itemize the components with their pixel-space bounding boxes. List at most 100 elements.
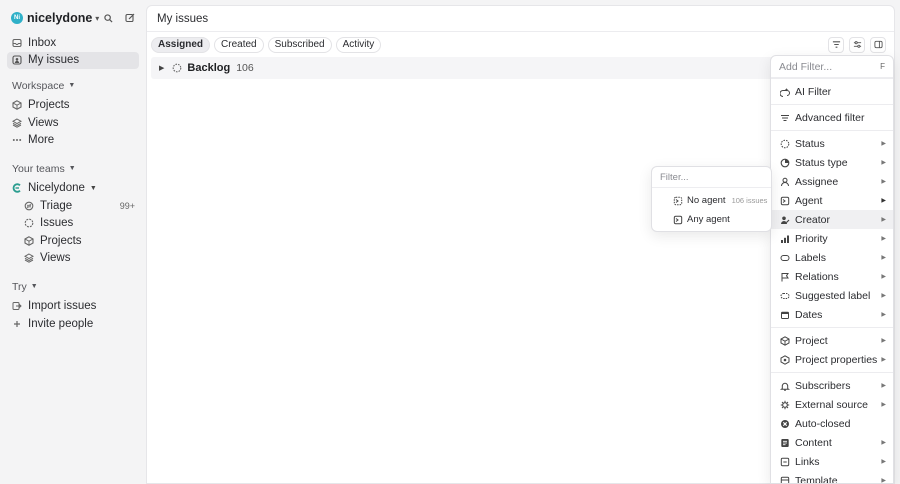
sidebar-item-team-views[interactable]: Views <box>7 250 139 267</box>
filter-item-label: Creator <box>795 213 831 226</box>
filter-item-priority[interactable]: Priority ▶ <box>771 229 893 248</box>
filter-item-label: Subscribers <box>795 379 851 392</box>
sidebar-item-more[interactable]: More <box>7 132 139 149</box>
team-name: Nicelydone <box>28 182 85 194</box>
tab-assigned[interactable]: Assigned <box>151 36 211 53</box>
submenu-arrow-icon: ▶ <box>881 198 886 204</box>
filter-item-label: Dates <box>795 308 823 321</box>
filter-item-subscribers[interactable]: Subscribers ▶ <box>771 376 893 395</box>
inbox-icon <box>12 38 22 48</box>
submenu-arrow-icon: ▶ <box>881 255 886 261</box>
sidebar-item-label: Views <box>40 252 71 264</box>
agent-filter-input[interactable]: Filter... <box>652 167 771 188</box>
auto-closed-icon <box>780 419 790 429</box>
filter-item-project-properties[interactable]: Project properties ▶ <box>771 350 893 369</box>
details-panel-button[interactable] <box>870 36 886 53</box>
sidebar-item-projects[interactable]: Projects <box>7 97 139 114</box>
try-section-toggle[interactable]: Try ▼ <box>7 278 139 296</box>
filter-item-advanced-filter[interactable]: Advanced filter <box>771 108 893 127</box>
filter-item-relations[interactable]: Relations ▶ <box>771 267 893 286</box>
filter-item-content[interactable]: Content ▶ <box>771 433 893 452</box>
team-nicelydone[interactable]: Nicelydone ▼ <box>7 180 139 197</box>
filter-item-label: Status <box>795 137 825 150</box>
filter-item-project[interactable]: Project ▶ <box>771 331 893 350</box>
filter-item-template[interactable]: Template ▶ <box>771 471 893 484</box>
filter-item-ai-filter[interactable]: AI Filter <box>771 82 893 101</box>
submenu-arrow-icon: ▶ <box>881 459 886 465</box>
filter-item-status[interactable]: Status ▶ <box>771 134 893 153</box>
sidebar-item-views[interactable]: Views <box>7 114 139 131</box>
sidebar-item-import-issues[interactable]: Import issues <box>7 298 139 315</box>
filter-item-label: Content <box>795 436 832 449</box>
sidebar-item-invite-people[interactable]: Invite people <box>7 315 139 332</box>
triage-count-badge: 99+ <box>119 200 135 211</box>
filter-search-input[interactable]: Add Filter... F <box>771 56 893 78</box>
filter-item-external-source[interactable]: External source ▶ <box>771 395 893 414</box>
display-options-button[interactable] <box>849 36 865 53</box>
teams-section-toggle[interactable]: Your teams ▼ <box>7 160 139 178</box>
links-icon <box>780 457 790 467</box>
sidebar-item-inbox[interactable]: Inbox <box>7 34 139 51</box>
filter-item-assignee[interactable]: Assignee ▶ <box>771 172 893 191</box>
more-icon <box>12 135 22 145</box>
tab-activity[interactable]: Activity <box>335 36 382 53</box>
sidebar-item-team-projects[interactable]: Projects <box>7 232 139 249</box>
bell-icon <box>780 381 790 391</box>
sidebar-item-triage[interactable]: Triage 99+ <box>7 197 139 214</box>
agent-option-no-agent[interactable]: No agent 106 issues <box>652 191 771 210</box>
filter-item-suggested-label[interactable]: Suggested label ▶ <box>771 286 893 305</box>
view-tabs: Assigned Created Subscribed Activity <box>147 32 894 57</box>
filter-item-agent[interactable]: Agent ▶ <box>771 191 893 210</box>
filter-button[interactable] <box>828 36 844 53</box>
agent-option-any-agent[interactable]: Any agent <box>652 210 771 229</box>
compose-icon[interactable] <box>123 11 137 25</box>
calendar-icon <box>780 310 790 320</box>
sidebar-item-issues[interactable]: Issues <box>7 215 139 232</box>
submenu-arrow-icon: ▶ <box>881 179 886 185</box>
filter-item-dates[interactable]: Dates ▶ <box>771 305 893 324</box>
tab-created[interactable]: Created <box>214 36 264 53</box>
tab-subscribed[interactable]: Subscribed <box>267 36 332 53</box>
submenu-arrow-icon: ▶ <box>881 338 886 344</box>
filter-item-status-type[interactable]: Status type ▶ <box>771 153 893 172</box>
no-agent-icon <box>673 196 683 206</box>
workspace-switcher[interactable]: Ni nicelydone ▾ <box>7 8 139 28</box>
flag-icon <box>780 272 790 282</box>
filter-search-placeholder: Add Filter... <box>779 60 833 73</box>
filter-item-links[interactable]: Links ▶ <box>771 452 893 471</box>
filter-item-labels[interactable]: Labels ▶ <box>771 248 893 267</box>
caret-down-icon: ▼ <box>68 165 76 172</box>
submenu-arrow-icon: ▶ <box>881 383 886 389</box>
section-label: Workspace <box>12 79 65 92</box>
template-icon <box>780 476 790 483</box>
filter-item-creator[interactable]: Creator ▶ <box>771 210 893 229</box>
search-icon[interactable] <box>101 11 115 25</box>
agent-icon <box>780 196 790 206</box>
submenu-arrow-icon: ▶ <box>881 160 886 166</box>
workspace-section-toggle[interactable]: Workspace ▼ <box>7 77 139 95</box>
group-count: 106 <box>236 62 254 74</box>
submenu-arrow-icon: ▶ <box>881 217 886 223</box>
submenu-arrow-icon: ▶ <box>881 478 886 484</box>
project-icon <box>780 335 790 346</box>
submenu-arrow-icon: ▶ <box>881 236 886 242</box>
filter-item-auto-closed[interactable]: Auto-closed <box>771 414 893 433</box>
sidebar-item-label: Projects <box>40 234 82 247</box>
status-icon <box>780 139 790 149</box>
filter-item-label: Labels <box>795 251 826 264</box>
divider <box>771 130 893 131</box>
expand-triangle-icon[interactable]: ▶ <box>159 64 164 72</box>
sidebar: Ni nicelydone ▾ Inbox My issues Workspac… <box>0 0 146 484</box>
sidebar-item-my-issues[interactable]: My issues <box>7 51 139 69</box>
submenu-arrow-icon: ▶ <box>881 402 886 408</box>
page-title: My issues <box>157 12 209 25</box>
status-type-icon <box>780 158 790 168</box>
filter-item-label: Relations <box>795 270 839 283</box>
divider <box>771 372 893 373</box>
filter-item-label: Advanced filter <box>795 111 865 124</box>
content-icon <box>780 438 790 448</box>
sidebar-item-label: Import issues <box>28 300 97 312</box>
priority-icon <box>780 234 790 244</box>
filter-item-label: Priority <box>795 232 828 245</box>
sidebar-item-label: My issues <box>28 54 80 66</box>
